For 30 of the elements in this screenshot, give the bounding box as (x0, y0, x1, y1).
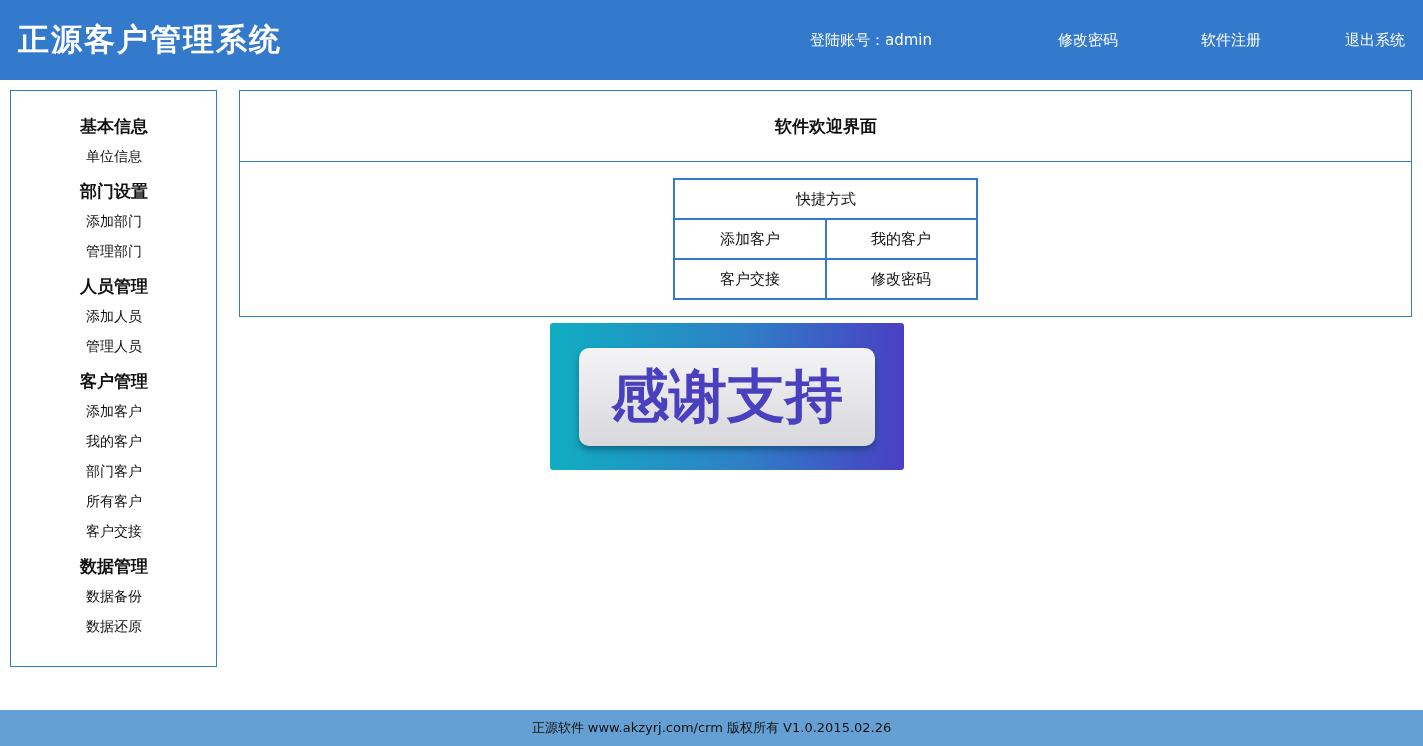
sidebar-item[interactable]: 数据备份 (85, 586, 142, 616)
sidebar-group-title: 客户管理 (79, 370, 148, 393)
panel-title: 软件欢迎界面 (240, 91, 1411, 162)
header-link[interactable]: 修改密码 (1016, 30, 1159, 50)
sidebar-item[interactable]: 我的客户 (85, 431, 142, 461)
account-label: 登陆账号：admin (810, 30, 933, 50)
shortcut-link[interactable]: 我的客户 (825, 219, 977, 259)
sidebar-item[interactable]: 部门客户 (85, 461, 142, 491)
sidebar-item[interactable]: 添加人员 (85, 306, 142, 336)
sidebar-item[interactable]: 管理部门 (85, 241, 142, 271)
header-link[interactable]: 退出系统 (1302, 30, 1405, 50)
shortcut-link[interactable]: 添加客户 (674, 219, 826, 259)
banner-text: 感谢支持 (579, 347, 875, 446)
sidebar-item[interactable]: 管理人员 (85, 336, 142, 366)
shortcut-link[interactable]: 客户交接 (674, 259, 826, 299)
sidebar-group-title: 部门设置 (79, 180, 148, 203)
sidebar-group-title: 基本信息 (79, 115, 148, 138)
sidebar-item[interactable]: 数据还原 (85, 616, 142, 646)
shortcut-header: 快捷方式 (674, 179, 977, 219)
sidebar-group-title: 人员管理 (79, 275, 148, 298)
copyright-text: 正源软件 www.akzyrj.com/crm 版权所有 V1.0.2015.02.26 (531, 719, 892, 737)
app-title: 正源客户管理系统 (18, 20, 283, 59)
sidebar-group-title: 数据管理 (79, 555, 148, 578)
sidebar-item[interactable]: 添加客户 (85, 401, 142, 431)
sidebar-item[interactable]: 客户交接 (85, 521, 142, 551)
sidebar-item[interactable]: 所有客户 (85, 491, 142, 521)
shortcut-link[interactable]: 修改密码 (825, 259, 977, 299)
sidebar-item[interactable]: 添加部门 (85, 211, 142, 241)
sidebar-item[interactable]: 单位信息 (85, 146, 142, 176)
header-link[interactable]: 软件注册 (1159, 30, 1302, 50)
